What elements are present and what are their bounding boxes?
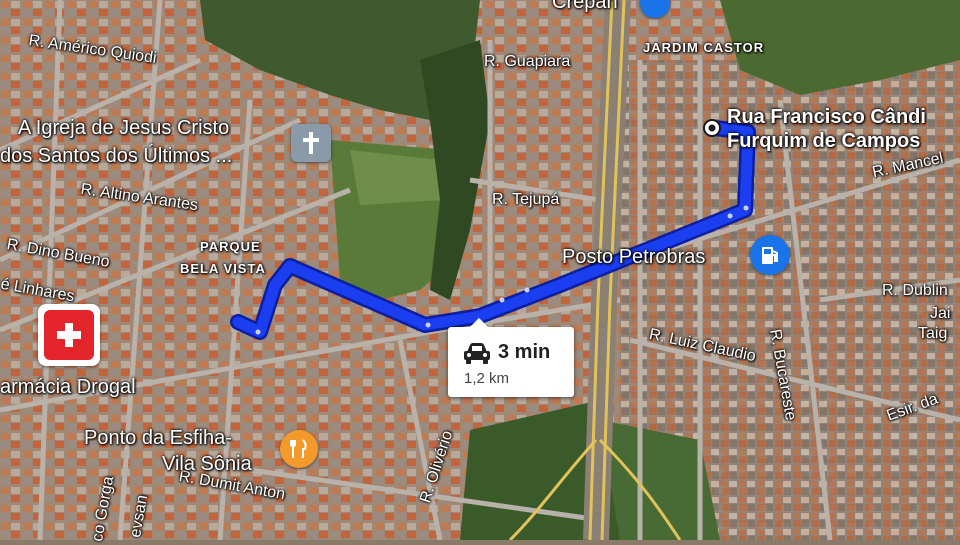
street-label: R. Guapiara: [484, 53, 571, 70]
restaurant-icon[interactable]: [280, 430, 318, 468]
destination-label[interactable]: Rua Francisco Cândi: [727, 107, 926, 128]
route-distance: 1,2 km: [464, 370, 510, 387]
street-label: Jai: [930, 305, 951, 322]
gas-station-icon[interactable]: [750, 235, 790, 275]
pharmacy-icon[interactable]: [38, 304, 100, 366]
destination-label[interactable]: Furquim de Campos: [727, 131, 920, 152]
map-canvas[interactable]: [0, 0, 960, 542]
church-icon[interactable]: [291, 124, 331, 162]
gas-station-label[interactable]: Posto Petrobras: [562, 247, 705, 268]
destination-dot-icon[interactable]: [703, 119, 721, 137]
street-label: R. Dublin: [882, 282, 948, 299]
route-time: 3 min: [498, 341, 551, 363]
neighborhood-label: JARDIM CASTOR: [643, 40, 765, 55]
church-label[interactable]: A Igreja de Jesus Cristo: [18, 118, 229, 139]
pharmacy-label[interactable]: armácia Drogal: [0, 377, 136, 398]
restaurant-label[interactable]: Ponto da Esfiha-: [84, 428, 232, 449]
church-label[interactable]: dos Santos dos Últimos ...: [0, 146, 232, 167]
street-label: R. Tejupá: [492, 191, 560, 208]
street-label: Taig: [918, 325, 948, 342]
route-info-card[interactable]: 3 min 1,2 km: [448, 318, 574, 397]
neighborhood-label: BELA VISTA: [180, 261, 266, 276]
satellite-map[interactable]: [0, 0, 960, 542]
neighborhood-label: PARQUE: [200, 239, 261, 254]
restaurant-label[interactable]: Vila Sônia: [162, 454, 252, 475]
place-label: Crepan: [552, 0, 618, 13]
car-icon: [464, 343, 490, 364]
